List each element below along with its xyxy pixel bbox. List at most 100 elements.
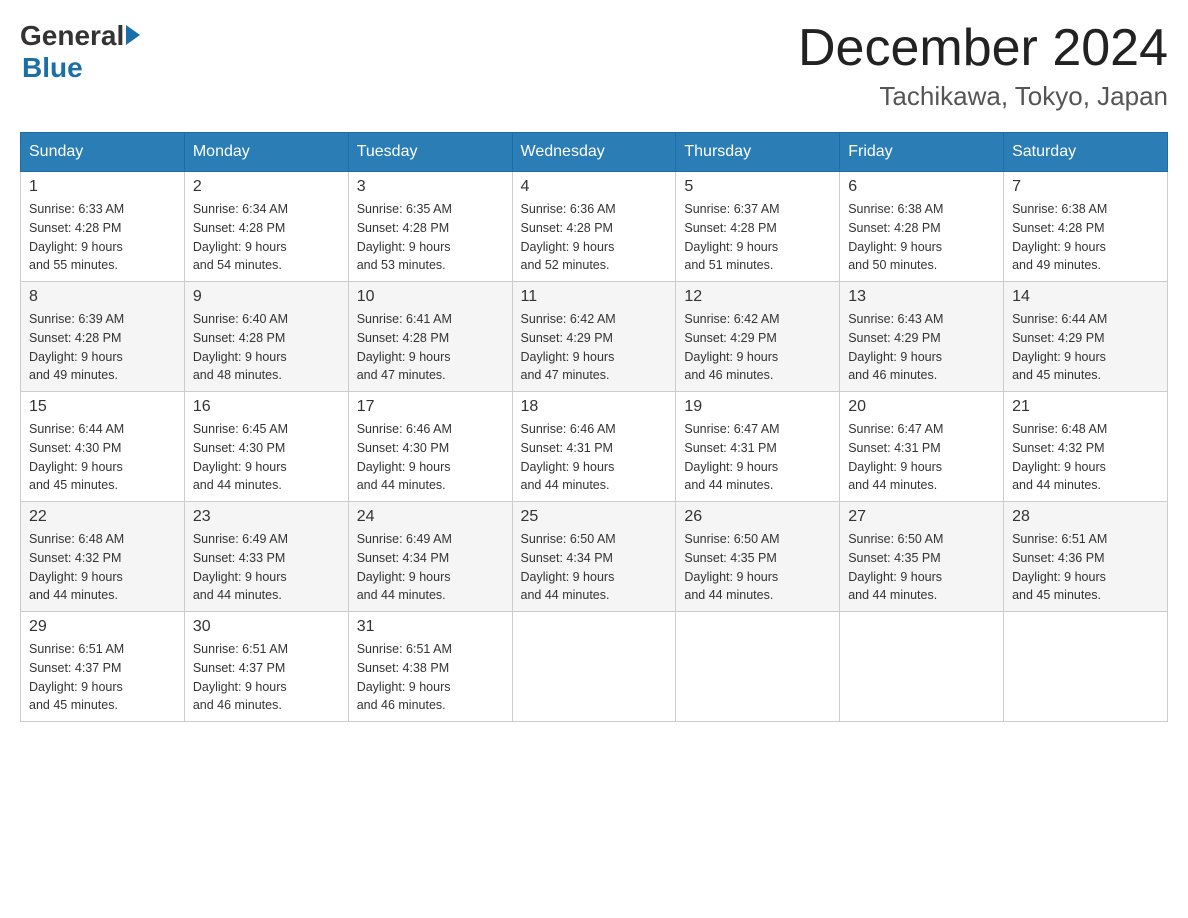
day-info: Sunrise: 6:49 AMSunset: 4:34 PMDaylight:… (357, 530, 504, 605)
day-number: 7 (1012, 178, 1159, 196)
calendar-cell: 29Sunrise: 6:51 AMSunset: 4:37 PMDayligh… (21, 612, 185, 722)
day-number: 19 (684, 398, 831, 416)
day-info: Sunrise: 6:39 AMSunset: 4:28 PMDaylight:… (29, 310, 176, 385)
day-info: Sunrise: 6:51 AMSunset: 4:37 PMDaylight:… (193, 640, 340, 715)
calendar-body: 1 Sunrise: 6:33 AMSunset: 4:28 PMDaylight… (21, 172, 1168, 722)
calendar-cell: 27 Sunrise: 6:50 AMSunset: 4:35 PMDayligh… (840, 502, 1004, 612)
day-info: Sunrise: 6:33 AMSunset: 4:28 PMDaylight:… (29, 200, 176, 275)
calendar-cell: 4 Sunrise: 6:36 AMSunset: 4:28 PMDaylight… (512, 172, 676, 282)
day-info: Sunrise: 6:35 AMSunset: 4:28 PMDaylight:… (357, 200, 504, 275)
calendar-week-row: 1 Sunrise: 6:33 AMSunset: 4:28 PMDaylight… (21, 172, 1168, 282)
day-number: 25 (521, 508, 668, 526)
calendar-week-row: 8Sunrise: 6:39 AMSunset: 4:28 PMDaylight… (21, 282, 1168, 392)
calendar-cell: 23 Sunrise: 6:49 AMSunset: 4:33 PMDayligh… (184, 502, 348, 612)
day-info: Sunrise: 6:48 AMSunset: 4:32 PMDaylight:… (1012, 420, 1159, 495)
calendar-week-row: 22 Sunrise: 6:48 AMSunset: 4:32 PMDayligh… (21, 502, 1168, 612)
day-number: 5 (684, 178, 831, 196)
calendar-cell: 31Sunrise: 6:51 AMSunset: 4:38 PMDayligh… (348, 612, 512, 722)
day-number: 18 (521, 398, 668, 416)
day-info: Sunrise: 6:34 AMSunset: 4:28 PMDaylight:… (193, 200, 340, 275)
calendar-cell: 3 Sunrise: 6:35 AMSunset: 4:28 PMDaylight… (348, 172, 512, 282)
day-info: Sunrise: 6:44 AMSunset: 4:30 PMDaylight:… (29, 420, 176, 495)
logo-arrow-icon (126, 25, 140, 45)
day-info: Sunrise: 6:38 AMSunset: 4:28 PMDaylight:… (848, 200, 995, 275)
calendar-cell: 16Sunrise: 6:45 AMSunset: 4:30 PMDayligh… (184, 392, 348, 502)
day-info: Sunrise: 6:43 AMSunset: 4:29 PMDaylight:… (848, 310, 995, 385)
day-number: 13 (848, 288, 995, 306)
day-info: Sunrise: 6:50 AMSunset: 4:34 PMDaylight:… (521, 530, 668, 605)
calendar-cell: 21 Sunrise: 6:48 AMSunset: 4:32 PMDayligh… (1004, 392, 1168, 502)
day-info: Sunrise: 6:50 AMSunset: 4:35 PMDaylight:… (848, 530, 995, 605)
calendar-cell: 9 Sunrise: 6:40 AMSunset: 4:28 PMDaylight… (184, 282, 348, 392)
day-number: 6 (848, 178, 995, 196)
logo-blue-text: Blue (22, 52, 83, 84)
day-info: Sunrise: 6:36 AMSunset: 4:28 PMDaylight:… (521, 200, 668, 275)
calendar-cell: 1 Sunrise: 6:33 AMSunset: 4:28 PMDaylight… (21, 172, 185, 282)
calendar-week-row: 29Sunrise: 6:51 AMSunset: 4:37 PMDayligh… (21, 612, 1168, 722)
day-number: 26 (684, 508, 831, 526)
day-number: 24 (357, 508, 504, 526)
calendar-cell (840, 612, 1004, 722)
day-number: 9 (193, 288, 340, 306)
calendar-week-row: 15Sunrise: 6:44 AMSunset: 4:30 PMDayligh… (21, 392, 1168, 502)
day-number: 30 (193, 618, 340, 636)
calendar-cell: 25 Sunrise: 6:50 AMSunset: 4:34 PMDayligh… (512, 502, 676, 612)
day-number: 27 (848, 508, 995, 526)
day-info: Sunrise: 6:37 AMSunset: 4:28 PMDaylight:… (684, 200, 831, 275)
header-tuesday: Tuesday (348, 133, 512, 172)
day-number: 4 (521, 178, 668, 196)
page-header: General Blue December 2024 Tachikawa, To… (20, 20, 1168, 112)
header-wednesday: Wednesday (512, 133, 676, 172)
day-info: Sunrise: 6:46 AMSunset: 4:31 PMDaylight:… (521, 420, 668, 495)
calendar-cell: 28Sunrise: 6:51 AMSunset: 4:36 PMDayligh… (1004, 502, 1168, 612)
day-number: 3 (357, 178, 504, 196)
day-info: Sunrise: 6:41 AMSunset: 4:28 PMDaylight:… (357, 310, 504, 385)
day-info: Sunrise: 6:46 AMSunset: 4:30 PMDaylight:… (357, 420, 504, 495)
day-number: 1 (29, 178, 176, 196)
day-number: 14 (1012, 288, 1159, 306)
day-number: 21 (1012, 398, 1159, 416)
calendar-cell: 18 Sunrise: 6:46 AMSunset: 4:31 PMDayligh… (512, 392, 676, 502)
calendar-cell: 22 Sunrise: 6:48 AMSunset: 4:32 PMDayligh… (21, 502, 185, 612)
calendar-cell: 24 Sunrise: 6:49 AMSunset: 4:34 PMDayligh… (348, 502, 512, 612)
calendar-cell: 15Sunrise: 6:44 AMSunset: 4:30 PMDayligh… (21, 392, 185, 502)
header-friday: Friday (840, 133, 1004, 172)
logo: General Blue (20, 20, 140, 84)
day-info: Sunrise: 6:51 AMSunset: 4:38 PMDaylight:… (357, 640, 504, 715)
calendar-cell: 26 Sunrise: 6:50 AMSunset: 4:35 PMDayligh… (676, 502, 840, 612)
day-number: 22 (29, 508, 176, 526)
header-sunday: Sunday (21, 133, 185, 172)
day-info: Sunrise: 6:40 AMSunset: 4:28 PMDaylight:… (193, 310, 340, 385)
calendar-cell (512, 612, 676, 722)
day-info: Sunrise: 6:47 AMSunset: 4:31 PMDaylight:… (684, 420, 831, 495)
calendar-cell: 6 Sunrise: 6:38 AMSunset: 4:28 PMDaylight… (840, 172, 1004, 282)
day-number: 16 (193, 398, 340, 416)
day-info: Sunrise: 6:51 AMSunset: 4:36 PMDaylight:… (1012, 530, 1159, 605)
day-info: Sunrise: 6:50 AMSunset: 4:35 PMDaylight:… (684, 530, 831, 605)
day-info: Sunrise: 6:47 AMSunset: 4:31 PMDaylight:… (848, 420, 995, 495)
calendar-cell: 19 Sunrise: 6:47 AMSunset: 4:31 PMDayligh… (676, 392, 840, 502)
day-number: 10 (357, 288, 504, 306)
calendar-cell: 12Sunrise: 6:42 AMSunset: 4:29 PMDayligh… (676, 282, 840, 392)
header-thursday: Thursday (676, 133, 840, 172)
logo-blue-part (124, 27, 140, 45)
calendar-cell: 30 Sunrise: 6:51 AMSunset: 4:37 PMDayligh… (184, 612, 348, 722)
calendar-cell (1004, 612, 1168, 722)
day-info: Sunrise: 6:42 AMSunset: 4:29 PMDaylight:… (684, 310, 831, 385)
day-number: 17 (357, 398, 504, 416)
day-info: Sunrise: 6:49 AMSunset: 4:33 PMDaylight:… (193, 530, 340, 605)
calendar-cell: 8Sunrise: 6:39 AMSunset: 4:28 PMDaylight… (21, 282, 185, 392)
calendar-header: Sunday Monday Tuesday Wednesday Thursday… (21, 133, 1168, 172)
calendar-cell: 7 Sunrise: 6:38 AMSunset: 4:28 PMDaylight… (1004, 172, 1168, 282)
calendar-cell: 5 Sunrise: 6:37 AMSunset: 4:28 PMDaylight… (676, 172, 840, 282)
month-title: December 2024 (798, 20, 1168, 77)
day-info: Sunrise: 6:48 AMSunset: 4:32 PMDaylight:… (29, 530, 176, 605)
day-info: Sunrise: 6:38 AMSunset: 4:28 PMDaylight:… (1012, 200, 1159, 275)
location-title: Tachikawa, Tokyo, Japan (798, 81, 1168, 112)
calendar-cell: 2Sunrise: 6:34 AMSunset: 4:28 PMDaylight… (184, 172, 348, 282)
day-number: 23 (193, 508, 340, 526)
calendar-table: Sunday Monday Tuesday Wednesday Thursday… (20, 132, 1168, 722)
calendar-cell: 10 Sunrise: 6:41 AMSunset: 4:28 PMDayligh… (348, 282, 512, 392)
calendar-cell: 13 Sunrise: 6:43 AMSunset: 4:29 PMDayligh… (840, 282, 1004, 392)
day-number: 11 (521, 288, 668, 306)
